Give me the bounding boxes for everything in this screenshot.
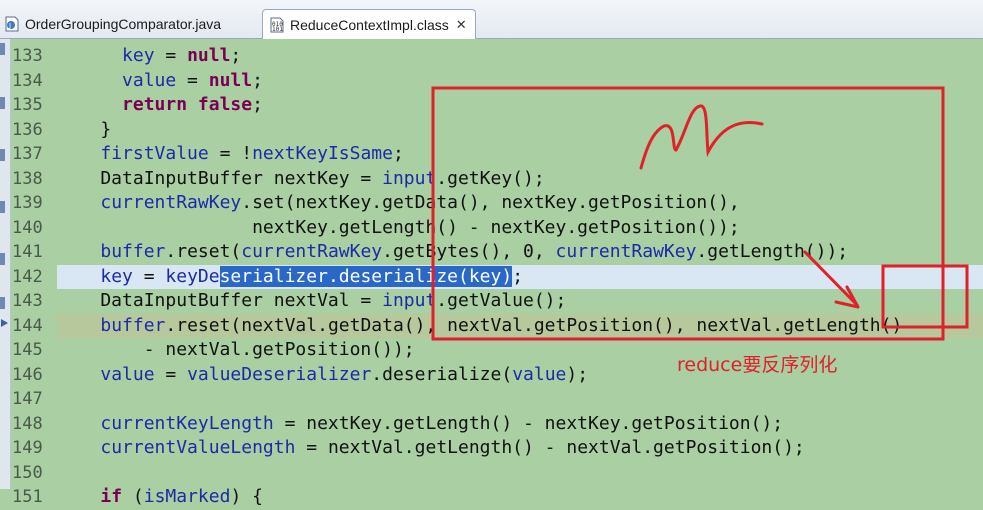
code-token: if: [100, 486, 123, 507]
annotation-arrow: [803, 250, 859, 307]
annotation-scribble: [639, 104, 764, 170]
annotation-box-small: [881, 264, 969, 329]
arrow-head-icon: [834, 285, 860, 309]
annotation-overlay: [431, 86, 969, 341]
code-token: isMarked: [143, 486, 231, 507]
code-token: ) {: [230, 486, 263, 507]
annotation-note: reduce要反序列化: [677, 354, 838, 376]
code-token: (: [122, 486, 144, 507]
